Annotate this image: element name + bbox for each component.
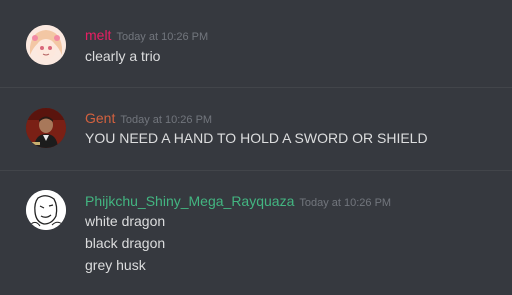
username[interactable]: Gent	[85, 110, 115, 126]
timestamp: Today at 10:26 PM	[299, 197, 392, 209]
message-phijkchu: Phijkchu_Shiny_Mega_Rayquaza Today at 10:…	[0, 171, 512, 295]
man-portrait-avatar-icon	[26, 108, 66, 148]
username[interactable]: melt	[85, 27, 111, 43]
avatar[interactable]	[26, 190, 66, 230]
username[interactable]: Phijkchu_Shiny_Mega_Rayquaza	[85, 193, 294, 209]
avatar[interactable]	[26, 25, 66, 65]
message-gent: Gent Today at 10:26 PM YOU NEED A HAND TO…	[0, 88, 512, 170]
anime-girl-avatar-icon	[26, 25, 66, 65]
message-text: grey husk	[85, 257, 146, 273]
message-text: clearly a trio	[85, 48, 161, 64]
timestamp: Today at 10:26 PM	[116, 31, 209, 43]
sketch-avatar-icon	[26, 190, 66, 230]
timestamp: Today at 10:26 PM	[120, 114, 213, 126]
message-melt: melt Today at 10:26 PM clearly a trio	[0, 0, 512, 88]
message-text: white dragon	[85, 213, 166, 229]
message-text: YOU NEED A HAND TO HOLD A SWORD OR SHIEL…	[85, 130, 428, 146]
message-text: black dragon	[85, 235, 166, 251]
avatar[interactable]	[26, 108, 66, 148]
